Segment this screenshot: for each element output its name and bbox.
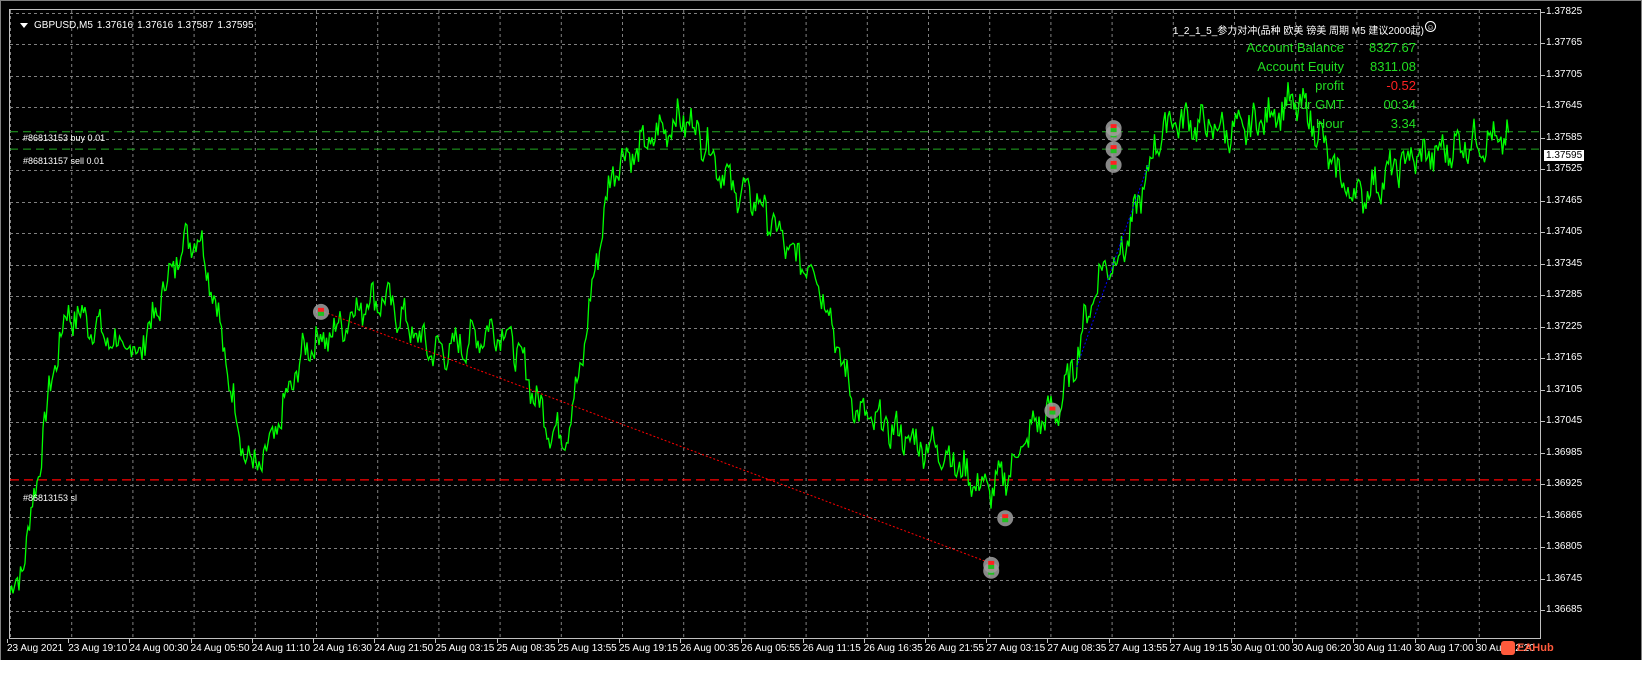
time-tick-label: 25 Aug 03:15 <box>435 639 495 654</box>
time-tick-label: 30 Aug 01:00 <box>1231 639 1290 654</box>
trade-history-line <box>323 311 996 566</box>
ohlc-close: 1.37595 <box>217 20 254 31</box>
time-tick-label: 27 Aug 19:15 <box>1169 639 1229 654</box>
price-tick-label: 1.37345 <box>1540 257 1583 269</box>
expert-advisor-name: 1_2_1_5_参力对冲(品种 欧美 镑美 周期 M5 建议2000起) <box>1172 26 1424 37</box>
info-row-balance: Account Balance 8327.67 <box>1246 38 1416 57</box>
trade-marker-arrow <box>318 311 324 316</box>
time-axis[interactable]: 23 Aug 2021 23 Aug 19:10 24 Aug 00:30 24 Au… <box>7 639 1541 661</box>
info-label: Hour <box>1315 116 1344 131</box>
chart-window[interactable]: GBPUSD,M5 1.37616 1.37616 1.37587 1.3759… <box>0 0 1642 692</box>
trade-marker-arrow <box>1110 124 1117 129</box>
symbol-header: GBPUSD,M5 1.37616 1.37616 1.37587 1.3759… <box>20 20 254 31</box>
price-tick-label: 1.36685 <box>1540 604 1583 616</box>
trade-marker-arrow <box>318 307 324 312</box>
time-tick-label: 24 Aug 21:50 <box>374 639 434 654</box>
price-line <box>10 82 1510 594</box>
watermark-text: EAHub <box>1517 642 1554 654</box>
price-tick-label: 1.37525 <box>1540 163 1583 175</box>
trade-marker-arrow <box>1110 145 1117 150</box>
ohlc-low: 1.37587 <box>177 20 214 31</box>
price-tick-label: 1.37585 <box>1540 131 1583 143</box>
price-tick-label: 1.36925 <box>1540 478 1583 490</box>
time-tick-label: 25 Aug 19:15 <box>619 639 678 654</box>
ohlc-open: 1.37616 <box>96 20 134 31</box>
trade-marker-arrow <box>988 564 995 569</box>
time-tick-label: 30 Aug 17:00 <box>1414 639 1474 654</box>
time-tick-label: 27 Aug 13:55 <box>1108 639 1168 654</box>
trade-marker-arrow <box>988 560 995 565</box>
info-value: 8327.67 <box>1369 40 1416 55</box>
price-tick-label: 1.36865 <box>1540 509 1583 521</box>
price-tick-label: 1.37225 <box>1540 320 1583 332</box>
time-tick-label: 26 Aug 05:55 <box>741 639 801 654</box>
symbol-name: GBPUSD,M5 <box>34 20 93 31</box>
price-tick-label: 1.37765 <box>1540 37 1583 49</box>
info-value: 3.34 <box>1390 116 1416 131</box>
status-strip <box>0 660 1642 692</box>
price-tick-label: 1.37465 <box>1540 194 1583 206</box>
time-tick-label: 23 Aug 2021 <box>7 639 64 654</box>
trade-marker-arrow <box>1110 128 1117 133</box>
info-value: 00:34 <box>1383 97 1416 112</box>
time-tick-label: 30 Aug 11:40 <box>1353 639 1412 654</box>
info-value: -0.52 <box>1386 78 1416 93</box>
price-tick-label: 1.36805 <box>1540 541 1583 553</box>
time-tick-label: 23 Aug 19:10 <box>68 639 128 654</box>
info-row-equity: Account Equity 8311.08 <box>1246 57 1416 76</box>
account-info-panel: Account Balance 8327.67 Account Equity 8… <box>1246 38 1416 133</box>
price-tick-label: 1.36985 <box>1540 446 1583 458</box>
time-tick-label: 30 Aug 06:20 <box>1292 639 1352 654</box>
time-tick-label: 24 Aug 05:50 <box>190 639 250 654</box>
trade-marker-arrow <box>1002 518 1009 523</box>
stop-loss-label: #86813153 sl <box>23 493 78 503</box>
time-tick-label: 25 Aug 08:35 <box>496 639 556 654</box>
trade-marker-arrow <box>1110 164 1117 169</box>
price-tick-label: 1.37285 <box>1540 289 1583 301</box>
time-tick-label: 24 Aug 11:10 <box>251 639 310 654</box>
time-tick-label: 26 Aug 21:55 <box>925 639 984 654</box>
price-chart[interactable]: GBPUSD,M5 1.37616 1.37616 1.37587 1.3759… <box>9 9 1541 639</box>
price-tick-label: 1.37825 <box>1540 5 1583 17</box>
info-label: profit <box>1315 78 1344 93</box>
price-tick-label: 1.37165 <box>1540 352 1583 364</box>
time-tick-label: 26 Aug 00:35 <box>680 639 740 654</box>
time-tick-label: 24 Aug 16:30 <box>313 639 372 654</box>
buy-order-label: #86813153 buy 0.01 <box>23 133 106 143</box>
trade-marker-arrow <box>1002 514 1009 519</box>
price-tick-label: 1.37045 <box>1540 415 1583 427</box>
info-row-hour-gmt: Hour GMT 00:34 <box>1246 95 1416 114</box>
ohlc-high: 1.37616 <box>137 20 174 31</box>
sell-order-label: #86813157 sell 0.01 <box>23 156 105 166</box>
info-label: Hour GMT <box>1283 97 1344 112</box>
info-row-profit: profit -0.52 <box>1246 76 1416 95</box>
price-tick-label: 1.37705 <box>1540 68 1583 80</box>
price-tick-label: 1.36745 <box>1540 572 1583 584</box>
trade-marker-arrow <box>1049 406 1056 411</box>
info-value: 8311.08 <box>1369 59 1416 74</box>
info-label: Account Balance <box>1246 40 1344 55</box>
trade-marker-arrow <box>1110 149 1117 154</box>
price-axis[interactable]: 1.37595 1.37825 1.37765 1.37705 1.37645 1.37… <box>1540 5 1642 639</box>
chart-menu-icon[interactable] <box>20 23 28 28</box>
trade-marker-arrow <box>1049 410 1056 415</box>
trade-marker-arrow <box>1110 160 1117 165</box>
time-tick-label: 25 Aug 13:55 <box>557 639 617 654</box>
watermark: EAHub <box>1501 641 1554 655</box>
price-tick-label: 1.37105 <box>1540 383 1583 395</box>
price-tick-label: 1.37405 <box>1540 226 1583 238</box>
current-price-badge: 1.37595 <box>1544 150 1585 161</box>
eahub-logo-icon <box>1501 641 1515 655</box>
time-tick-label: 26 Aug 16:35 <box>863 639 923 654</box>
time-tick-label: 24 Aug 00:30 <box>129 639 189 654</box>
smile-icon[interactable]: ☺ <box>1425 21 1436 32</box>
time-tick-label: 27 Aug 08:35 <box>1047 639 1107 654</box>
time-tick-label: 26 Aug 11:15 <box>802 639 861 654</box>
info-label: Account Equity <box>1257 59 1344 74</box>
time-tick-label: 27 Aug 03:15 <box>986 639 1046 654</box>
price-tick-label: 1.37645 <box>1540 100 1583 112</box>
info-row-hour: Hour 3.34 <box>1246 114 1416 133</box>
